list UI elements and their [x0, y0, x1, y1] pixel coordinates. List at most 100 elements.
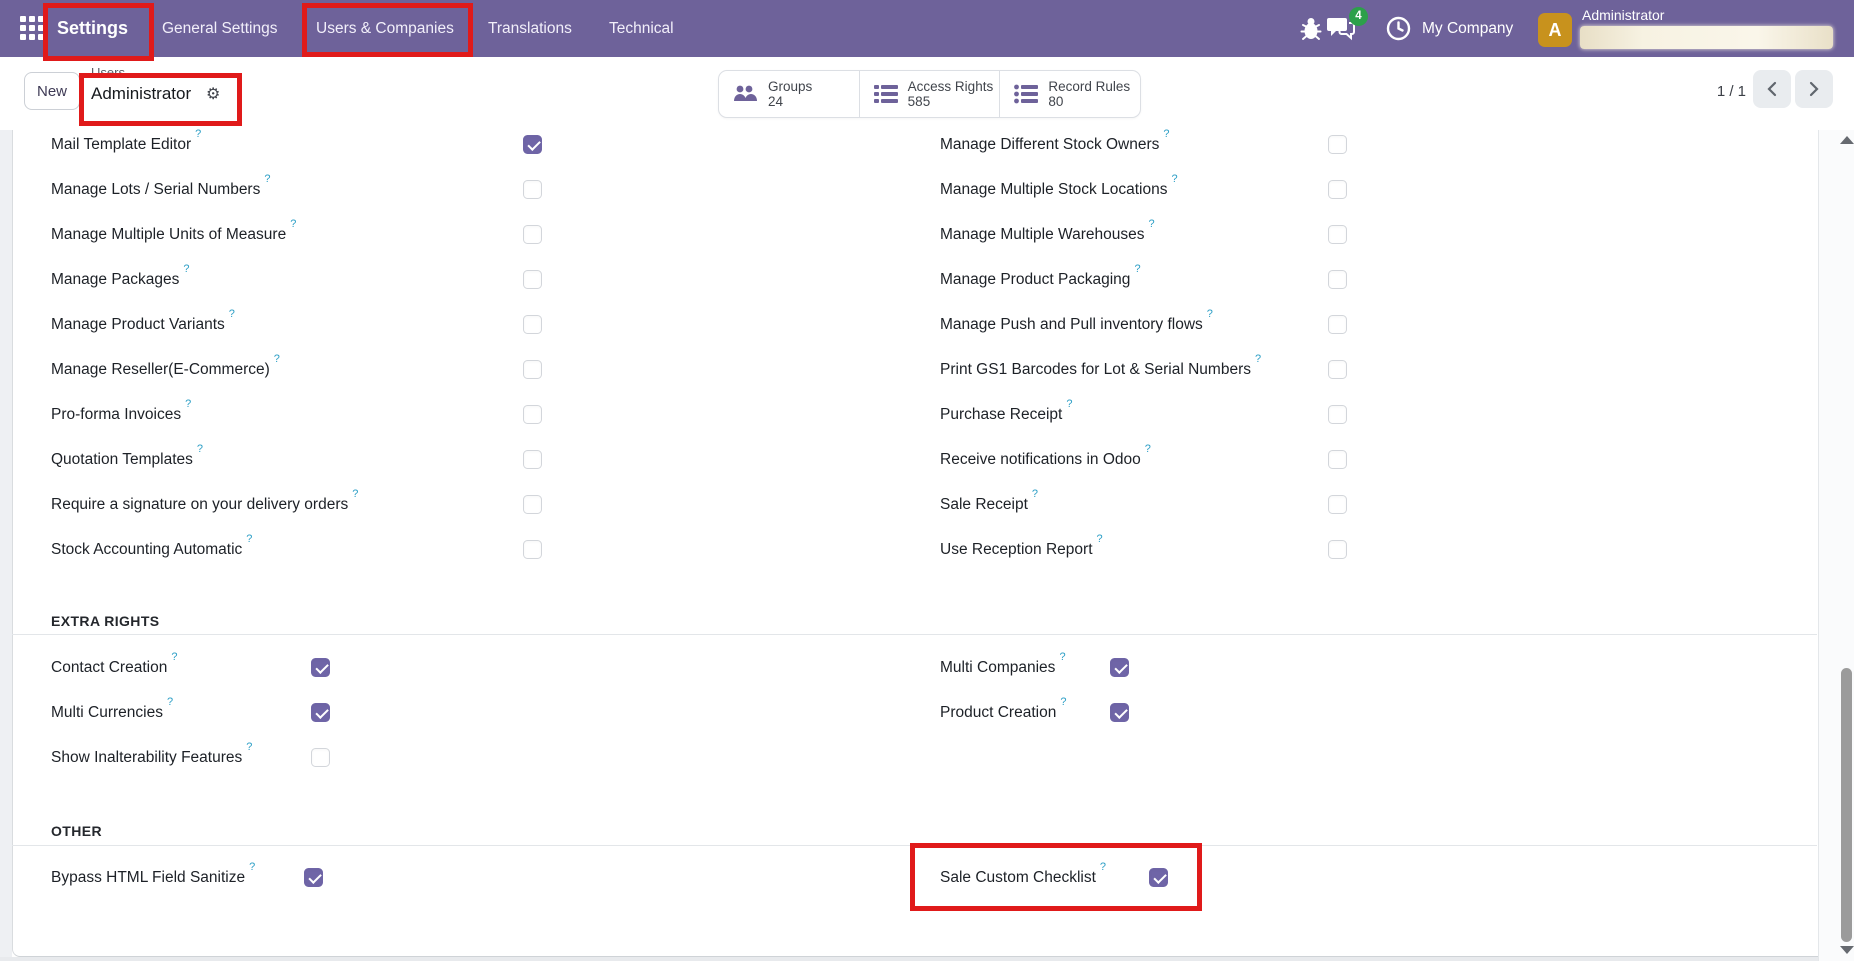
company-switcher[interactable]: My Company: [1422, 0, 1513, 57]
help-question-icon[interactable]: ?: [1145, 443, 1151, 455]
scrollbar-down-arrow-icon[interactable]: [1840, 946, 1854, 954]
page-background-left: [0, 130, 12, 961]
checkbox[interactable]: [1110, 658, 1129, 677]
checkbox[interactable]: [1328, 540, 1347, 559]
checkbox-field-row: Purchase Receipt?: [940, 392, 1390, 437]
stat-button-record-rules[interactable]: Record Rules 80: [999, 71, 1140, 117]
avatar[interactable]: A: [1538, 13, 1572, 47]
activities-clock-icon[interactable]: [1386, 16, 1411, 41]
stat-value: 24: [768, 94, 812, 109]
help-question-icon[interactable]: ?: [197, 443, 203, 455]
checkbox[interactable]: [523, 360, 542, 379]
field-label: Manage Lots / Serial Numbers?: [51, 179, 270, 199]
checkbox[interactable]: [523, 405, 542, 424]
app-menu-settings[interactable]: Settings: [57, 0, 128, 57]
odoo-settings-user-form-screen: Settings General Settings Users & Compan…: [0, 0, 1854, 961]
help-question-icon[interactable]: ?: [167, 696, 173, 708]
stat-button-access-rights[interactable]: Access Rights 585: [859, 71, 1000, 117]
field-label: Receive notifications in Odoo?: [940, 449, 1151, 469]
checkbox[interactable]: [523, 540, 542, 559]
checkbox[interactable]: [523, 495, 542, 514]
field-label: Product Creation?: [940, 702, 1066, 722]
control-panel: New Users Administrator ⚙ Groups 24: [0, 57, 1854, 131]
help-question-icon[interactable]: ?: [1134, 263, 1140, 275]
checkbox[interactable]: [1328, 495, 1347, 514]
checkbox[interactable]: [304, 868, 323, 887]
checkbox[interactable]: [1328, 315, 1347, 334]
rules-list-icon: [1013, 83, 1039, 105]
checkbox[interactable]: [1328, 270, 1347, 289]
checkbox[interactable]: [311, 748, 330, 767]
help-question-icon[interactable]: ?: [246, 533, 252, 545]
new-button[interactable]: New: [24, 72, 80, 110]
help-question-icon[interactable]: ?: [183, 263, 189, 275]
stat-value: 80: [1048, 94, 1130, 109]
stat-label: Groups: [768, 79, 812, 94]
help-question-icon[interactable]: ?: [352, 488, 358, 500]
field-label: Show Inalterability Features?: [51, 747, 252, 767]
help-question-icon[interactable]: ?: [171, 651, 177, 663]
checkbox[interactable]: [523, 135, 542, 154]
help-question-icon[interactable]: ?: [195, 128, 201, 140]
help-question-icon[interactable]: ?: [274, 353, 280, 365]
checkbox[interactable]: [523, 450, 542, 469]
users-group-icon: [732, 83, 759, 105]
help-question-icon[interactable]: ?: [1060, 696, 1066, 708]
checkbox[interactable]: [523, 180, 542, 199]
checkbox[interactable]: [1328, 450, 1347, 469]
help-question-icon[interactable]: ?: [1255, 353, 1261, 365]
checkbox[interactable]: [1328, 135, 1347, 154]
help-question-icon[interactable]: ?: [1097, 533, 1103, 545]
message-count-badge[interactable]: 4: [1349, 7, 1368, 26]
checkbox-field-row: Receive notifications in Odoo?: [940, 437, 1390, 482]
help-question-icon[interactable]: ?: [249, 861, 255, 873]
checkbox-field-row: Manage Product Packaging?: [940, 257, 1390, 302]
help-question-icon[interactable]: ?: [1207, 308, 1213, 320]
help-question-icon[interactable]: ?: [290, 218, 296, 230]
gear-icon[interactable]: ⚙: [206, 84, 220, 104]
checkbox[interactable]: [523, 270, 542, 289]
scrollbar-up-arrow-icon[interactable]: [1840, 136, 1854, 144]
checkbox[interactable]: [523, 225, 542, 244]
checkbox[interactable]: [523, 315, 542, 334]
user-menu-label[interactable]: Administrator: [1582, 7, 1664, 23]
pager-next-button[interactable]: [1795, 70, 1833, 108]
help-question-icon[interactable]: ?: [1163, 128, 1169, 140]
apps-grid-icon[interactable]: [20, 16, 45, 41]
checkbox-field-row: Sale Receipt?: [940, 482, 1390, 527]
checkbox[interactable]: [1149, 868, 1168, 887]
help-question-icon[interactable]: ?: [1032, 488, 1038, 500]
stat-value: 585: [908, 94, 994, 109]
menu-general-settings[interactable]: General Settings: [162, 0, 277, 57]
bug-icon[interactable]: [1299, 16, 1323, 42]
help-question-icon[interactable]: ?: [229, 308, 235, 320]
stat-button-groups[interactable]: Groups 24: [719, 71, 859, 117]
help-question-icon[interactable]: ?: [1148, 218, 1154, 230]
help-question-icon[interactable]: ?: [1100, 861, 1106, 873]
help-question-icon[interactable]: ?: [185, 398, 191, 410]
checkbox[interactable]: [1328, 225, 1347, 244]
checkbox[interactable]: [311, 703, 330, 722]
breadcrumb-users-link[interactable]: Users: [91, 65, 125, 80]
help-question-icon[interactable]: ?: [246, 741, 252, 753]
extra-rights-right-column: Multi Companies? Product Creation?: [940, 645, 1390, 735]
field-label: Sale Receipt?: [940, 494, 1038, 514]
checkbox[interactable]: [1328, 405, 1347, 424]
field-label: Mail Template Editor?: [51, 134, 201, 154]
field-label: Contact Creation?: [51, 657, 177, 677]
help-question-icon[interactable]: ?: [1059, 651, 1065, 663]
help-question-icon[interactable]: ?: [1171, 173, 1177, 185]
pager-previous-button[interactable]: [1753, 70, 1791, 108]
checkbox[interactable]: [1328, 180, 1347, 199]
help-question-icon[interactable]: ?: [1066, 398, 1072, 410]
menu-technical[interactable]: Technical: [609, 0, 674, 57]
checkbox-field-row: Manage Different Stock Owners?: [940, 122, 1390, 167]
help-question-icon[interactable]: ?: [264, 173, 270, 185]
menu-users-companies[interactable]: Users & Companies: [316, 0, 454, 57]
checkbox[interactable]: [311, 658, 330, 677]
vertical-scrollbar-thumb[interactable]: [1841, 668, 1852, 942]
page-background-bottom: [0, 957, 1818, 961]
checkbox[interactable]: [1328, 360, 1347, 379]
menu-translations[interactable]: Translations: [488, 0, 572, 57]
checkbox[interactable]: [1110, 703, 1129, 722]
